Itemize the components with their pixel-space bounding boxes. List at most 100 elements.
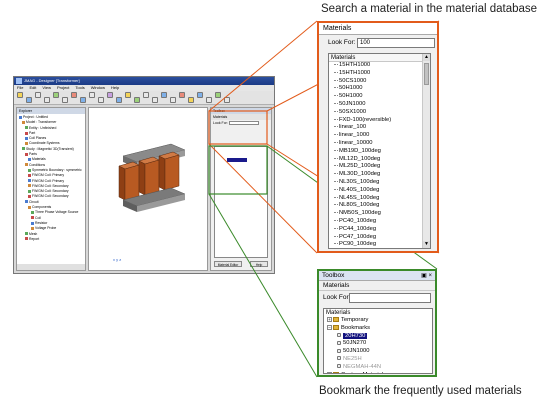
toolbar-button-icon[interactable] <box>98 97 104 103</box>
material-list-item[interactable]: NL45S_100deg <box>329 195 430 203</box>
tree-node-icon <box>25 131 28 135</box>
material-list-item[interactable]: ML12D_100deg <box>329 156 430 164</box>
tree-node-icon <box>25 136 28 140</box>
3d-viewport[interactable]: x y z <box>88 107 208 271</box>
toolbar-button-icon[interactable] <box>26 97 32 103</box>
menu-item[interactable]: Help <box>111 85 119 90</box>
menu-item[interactable]: Edit <box>29 85 36 90</box>
toolbar-button-icon[interactable] <box>134 97 140 103</box>
scroll-down-arrow-icon[interactable]: ▼ <box>423 241 430 248</box>
menu-item[interactable]: File <box>17 85 23 90</box>
material-list-scrollbar[interactable]: ▲ ▼ <box>422 54 430 248</box>
toolbar-button-icon[interactable] <box>197 92 203 98</box>
material-list-item[interactable]: ML25D_100deg <box>329 163 430 171</box>
material-list-item[interactable]: linear_100 <box>329 124 430 132</box>
material-list-item[interactable]: PC44_100deg <box>329 226 430 234</box>
bookmark-item[interactable]: NE25H <box>324 356 432 364</box>
bookmark-item[interactable]: 50JN270 <box>324 340 432 348</box>
bookmark-item[interactable]: NEGMAH-44N <box>324 364 432 372</box>
material-name: PC44_100deg <box>339 225 377 232</box>
tree-node-icon <box>31 216 34 220</box>
bookmark-tree-items: + Temporary − Bookmarks 20H730 50JN270 50JN100… <box>324 317 432 373</box>
tree-folder[interactable]: + Custom Materials <box>324 371 432 373</box>
material-list-item[interactable]: linear_1000 <box>329 132 430 140</box>
material-list-item[interactable]: 50H1000 <box>329 93 430 101</box>
material-list-item[interactable]: NL80S_100deg <box>329 202 430 210</box>
tree-item-label: NE25H <box>343 355 362 362</box>
toolbar-button-icon[interactable] <box>152 97 158 103</box>
toolbar-button-icon[interactable] <box>53 92 59 98</box>
toolbar-button-icon[interactable] <box>224 97 230 103</box>
toolbar-button-icon[interactable] <box>89 92 95 98</box>
material-list-item[interactable]: linear_10000 <box>329 140 430 148</box>
toolbar-button-icon[interactable] <box>188 97 194 103</box>
tree-node-icon <box>28 173 31 177</box>
material-list-item[interactable]: 15HTH1000 <box>329 62 430 70</box>
bookmark-item[interactable]: 50JN1000 <box>324 348 432 356</box>
toolbox-window-controls-icon[interactable]: ▣ × <box>421 271 432 281</box>
material-list-item[interactable]: 50SX1000 <box>329 109 430 117</box>
toolbox-material-list[interactable] <box>214 146 268 258</box>
explorer-item-label: Project : Untitled <box>23 115 48 119</box>
toolbox-selected-item[interactable] <box>227 158 247 162</box>
material-list[interactable]: Materials 15HTH1000 15HTH1000 50CS1000 50H1… <box>328 53 431 249</box>
explorer-tree-item[interactable]: Report <box>19 237 83 242</box>
menu-item[interactable]: Tools <box>75 85 84 90</box>
material-list-item[interactable]: 15HTH1000 <box>329 70 430 78</box>
menu-item[interactable]: View <box>42 85 51 90</box>
tree-connector <box>334 141 338 143</box>
material-list-item[interactable]: 50H1000 <box>329 85 430 93</box>
toolbar-button-icon[interactable] <box>116 97 122 103</box>
scroll-thumb[interactable] <box>424 63 429 85</box>
material-editor-button[interactable]: Material Editor <box>214 261 242 267</box>
toolbar-button-icon[interactable] <box>125 92 131 98</box>
look-for-label: Look For: <box>328 39 356 46</box>
material-list-item[interactable]: MB19D_100deg <box>329 148 430 156</box>
toolbar-button-icon[interactable] <box>161 92 167 98</box>
material-list-item[interactable]: 50CS1000 <box>329 78 430 86</box>
expand-toggle-icon[interactable]: + <box>327 371 332 373</box>
toolbar-button-icon[interactable] <box>17 92 23 98</box>
toolbar-button-icon[interactable] <box>179 92 185 98</box>
material-list-item[interactable]: PC90_100deg <box>329 241 430 248</box>
tree-node-icon <box>25 152 28 156</box>
toolbar-button-icon[interactable] <box>107 92 113 98</box>
scroll-up-arrow-icon[interactable]: ▲ <box>423 54 430 61</box>
material-list-item[interactable]: NM50S_100deg <box>329 210 430 218</box>
material-name: FXD-100(reversible) <box>339 116 392 123</box>
toolbox-look-for-input[interactable] <box>349 293 431 303</box>
help-button[interactable]: Help <box>250 261 268 267</box>
material-name: PC90_100deg <box>339 241 377 248</box>
tree-node-icon <box>25 126 28 130</box>
toolbox-materials-section[interactable]: Materials <box>319 281 435 291</box>
material-name: MB19D_100deg <box>339 147 381 154</box>
tree-folder[interactable]: − Bookmarks <box>324 324 432 333</box>
material-list-item[interactable]: NL40S_100deg <box>329 187 430 195</box>
toolbox-look-input[interactable] <box>228 121 259 126</box>
explorer-item-label: Resistor <box>35 220 48 225</box>
tree-folder[interactable]: + Temporary <box>324 317 432 325</box>
expand-toggle-icon[interactable]: − <box>327 324 332 330</box>
toolbar-button-icon[interactable] <box>44 97 50 103</box>
material-list-item[interactable]: 50JN1000 <box>329 101 430 109</box>
material-list-item[interactable]: FXD-100(reversible) <box>329 117 430 125</box>
look-for-input[interactable]: 100 <box>357 38 435 48</box>
toolbar-button-icon[interactable] <box>215 92 221 98</box>
material-list-item[interactable]: NL30S_100deg <box>329 179 430 187</box>
toolbar-button-icon[interactable] <box>35 92 41 98</box>
material-list-item[interactable]: PC47_100deg <box>329 234 430 242</box>
toolbar-button-icon[interactable] <box>80 97 86 103</box>
explorer-item-label: Parts <box>29 152 37 157</box>
toolbar-button-icon[interactable] <box>170 97 176 103</box>
expand-toggle-icon[interactable]: + <box>327 317 332 322</box>
toolbar-button-icon[interactable] <box>143 92 149 98</box>
bookmark-tree[interactable]: Materials + Temporary − Bookmarks 20H730 50JN… <box>323 308 433 374</box>
bookmark-item[interactable]: 20H730 <box>324 332 432 341</box>
material-list-item[interactable]: ML30D_100deg <box>329 171 430 179</box>
menu-item[interactable]: Window <box>91 85 105 90</box>
toolbar-button-icon[interactable] <box>206 97 212 103</box>
toolbar-button-icon[interactable] <box>71 92 77 98</box>
material-list-item[interactable]: PC40_100deg <box>329 218 430 226</box>
menu-item[interactable]: Project <box>57 85 69 90</box>
toolbar-button-icon[interactable] <box>62 97 68 103</box>
